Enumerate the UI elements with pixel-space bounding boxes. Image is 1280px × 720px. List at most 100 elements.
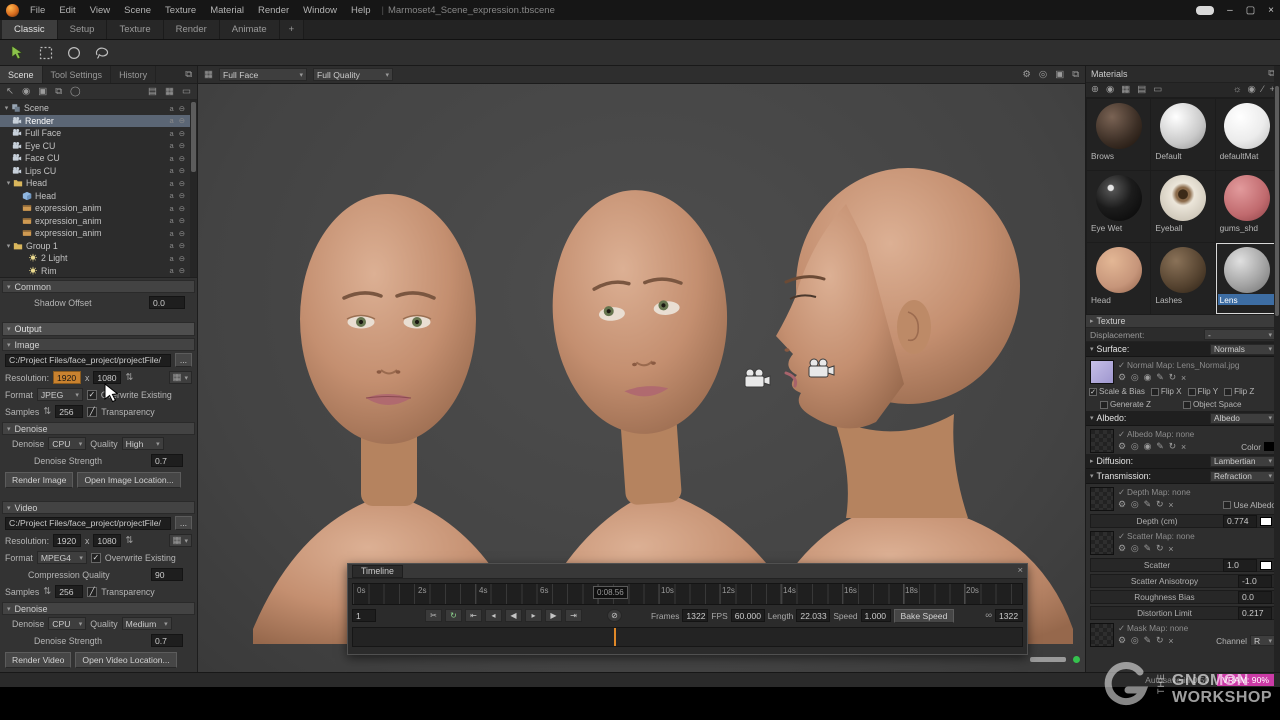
map-reload-icon[interactable]: ↻: [1156, 635, 1163, 646]
trash-icon[interactable]: ▭: [182, 87, 191, 97]
open-video-location-button[interactable]: Open Video Location...: [75, 652, 176, 668]
depth-map-thumbnail[interactable]: [1090, 487, 1114, 511]
timeline-ruler[interactable]: 0s 2s 4s 6s 8s 10s 12s 14s 16s 18s 20s 0…: [352, 583, 1023, 605]
material-item-selected[interactable]: Lens: [1216, 243, 1279, 314]
visibility-icon[interactable]: ⊖: [179, 204, 185, 213]
timeline-track[interactable]: [352, 627, 1023, 647]
map-reload-icon[interactable]: ↻: [1169, 372, 1176, 383]
tab-animate[interactable]: Animate: [220, 20, 280, 39]
window-minimize-icon[interactable]: –: [1227, 5, 1233, 16]
object-space-checkbox[interactable]: [1183, 401, 1191, 409]
material-item[interactable]: defaultMat: [1216, 99, 1279, 170]
lock-icon[interactable]: a: [170, 166, 174, 175]
folder-icon[interactable]: ▤: [148, 87, 157, 97]
scatter-map-thumbnail[interactable]: [1090, 531, 1114, 555]
map-clear-icon[interactable]: ×: [1168, 500, 1173, 510]
stepper-icon[interactable]: ⇅: [43, 407, 51, 417]
expander-icon[interactable]: ▾: [2, 104, 11, 112]
panel-scrollbar[interactable]: [1274, 66, 1280, 672]
map-preview-icon[interactable]: ◉: [1144, 441, 1152, 452]
denoise-strength-field[interactable]: 0.7: [151, 454, 183, 467]
preview-sphere-icon[interactable]: ◉: [1248, 85, 1256, 95]
tree-row[interactable]: expression_anim a⊖: [0, 215, 197, 228]
visibility-icon[interactable]: ⊖: [179, 166, 185, 175]
step-forward-button[interactable]: ▸: [525, 609, 542, 622]
anisotropy-field[interactable]: -1.0: [1238, 575, 1272, 588]
marquee-select-icon[interactable]: [37, 44, 54, 61]
ellipse-select-icon[interactable]: [65, 44, 82, 61]
material-item[interactable]: gums_shd: [1216, 171, 1279, 242]
current-time-badge[interactable]: 0:08.56: [593, 586, 628, 599]
menu-render[interactable]: Render: [251, 5, 296, 16]
autokey-button[interactable]: ⊘: [607, 609, 622, 622]
section-image[interactable]: ▾ Image: [2, 338, 195, 351]
video-samples-field[interactable]: 256: [55, 585, 83, 598]
select-cursor-icon[interactable]: [9, 44, 26, 61]
map-search-icon[interactable]: ◎: [1131, 372, 1139, 383]
visibility-icon[interactable]: ⊖: [179, 241, 185, 250]
roughness-bias-field[interactable]: 0.0: [1238, 591, 1272, 604]
distortion-slider-row[interactable]: Distortion Limit 0.217: [1090, 606, 1276, 620]
map-search-icon[interactable]: ◎: [1131, 499, 1139, 510]
map-reload-icon[interactable]: ↻: [1169, 441, 1176, 452]
map-edit-icon[interactable]: ✎: [1144, 635, 1151, 646]
material-item[interactable]: Head: [1087, 243, 1150, 314]
tab-classic[interactable]: Classic: [2, 20, 58, 39]
link-icon[interactable]: ∞: [985, 611, 992, 621]
material-item[interactable]: Eyeball: [1151, 171, 1214, 242]
video-browse-button[interactable]: ...: [175, 516, 192, 530]
material-sphere-icon[interactable]: ◉: [1106, 85, 1114, 95]
visibility-icon[interactable]: ⊖: [179, 191, 185, 200]
checker-view-icon[interactable]: ▦: [1121, 85, 1130, 95]
overwrite-checkbox[interactable]: ✓: [87, 390, 97, 400]
image-height-field[interactable]: 1080: [93, 371, 121, 384]
map-settings-icon[interactable]: ⚙: [1118, 635, 1126, 646]
speed-field[interactable]: 1.000: [861, 609, 891, 622]
end-frame-field[interactable]: 1322: [995, 609, 1023, 622]
denoise-device-dropdown[interactable]: CPU▾: [48, 437, 86, 450]
go-to-start-button[interactable]: ⇤: [465, 609, 482, 622]
lock-icon[interactable]: a: [170, 229, 174, 238]
frames-field[interactable]: 1322: [682, 609, 708, 622]
playhead[interactable]: [614, 628, 616, 646]
tree-row[interactable]: 2 Light a⊖: [0, 252, 197, 265]
tree-row[interactable]: Eye CU a⊖: [0, 140, 197, 153]
viewport-menu-icon[interactable]: ▦: [204, 70, 213, 80]
stepper-icon[interactable]: ⇅: [43, 587, 51, 597]
tree-row[interactable]: ▾ Group 1 a⊖: [0, 240, 197, 253]
tab-history[interactable]: History: [111, 66, 156, 83]
add-material-icon[interactable]: ⊕: [1091, 85, 1099, 95]
visibility-icon[interactable]: ⊖: [179, 154, 185, 163]
play-reverse-button[interactable]: ◀: [505, 609, 522, 622]
map-search-icon[interactable]: ◎: [1131, 441, 1139, 452]
panel-popout-icon[interactable]: ⧉: [185, 70, 192, 80]
tab-add-button[interactable]: +: [280, 20, 305, 39]
denoise-strength-field[interactable]: 0.7: [151, 634, 183, 647]
menu-view[interactable]: View: [83, 5, 117, 16]
surface-type-dropdown[interactable]: Normals▾: [1210, 344, 1276, 355]
length-field[interactable]: 22.033: [796, 609, 830, 622]
image-format-dropdown[interactable]: JPEG▾: [37, 388, 83, 401]
map-edit-icon[interactable]: ✎: [1144, 499, 1151, 510]
map-settings-icon[interactable]: ⚙: [1118, 543, 1126, 554]
map-clear-icon[interactable]: ×: [1181, 373, 1186, 383]
zoom-out-icon[interactable]: ∕: [1262, 85, 1264, 95]
menu-material[interactable]: Material: [203, 5, 251, 16]
video-path-input[interactable]: [5, 517, 171, 530]
add-camera-icon[interactable]: ▣: [38, 87, 47, 97]
section-diffusion[interactable]: ▸ Diffusion: Lambertian▾: [1086, 454, 1280, 469]
tab-render[interactable]: Render: [164, 20, 220, 39]
viewport[interactable]: ▦ Full Face▾ Full Quality▾ ⚙ ◎ ▣ ⧉: [198, 66, 1085, 672]
visibility-icon[interactable]: ⊖: [179, 104, 185, 113]
viewport-maximize-icon[interactable]: ▣: [1055, 70, 1064, 80]
section-common[interactable]: ▾ Common: [2, 280, 195, 293]
section-denoise[interactable]: ▾ Denoise: [2, 422, 195, 435]
map-edit-icon[interactable]: ✎: [1156, 441, 1163, 452]
expander-icon[interactable]: ▾: [4, 179, 13, 187]
lock-icon[interactable]: a: [170, 191, 174, 200]
image-width-field[interactable]: 1920: [53, 371, 81, 384]
visibility-icon[interactable]: ⊖: [179, 254, 185, 263]
viewport-focus-icon[interactable]: ◎: [1039, 70, 1047, 80]
denoise-quality-dropdown[interactable]: High▾: [122, 437, 164, 450]
viewport-popout-icon[interactable]: ⧉: [1072, 70, 1079, 80]
